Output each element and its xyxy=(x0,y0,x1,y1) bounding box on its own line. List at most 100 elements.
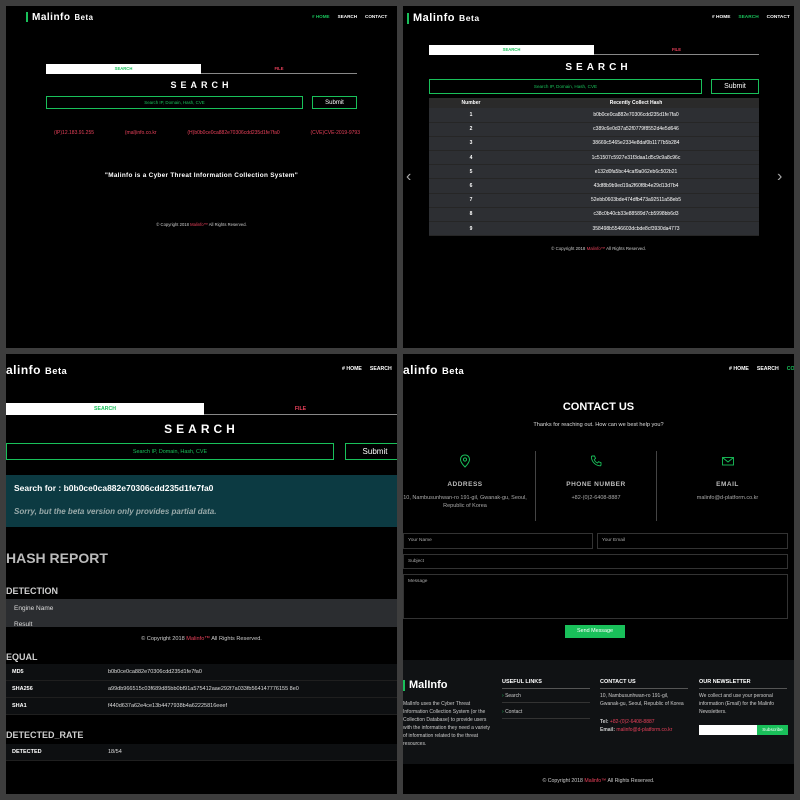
footer-email-label: Email: xyxy=(600,727,616,733)
table-row[interactable]: 1 b0b0ce0ca882e70306cdd235d1fe7fa0 xyxy=(429,108,759,123)
result-row: Result xyxy=(6,617,397,627)
copyright-brand[interactable]: Malinfo™ xyxy=(186,636,210,642)
footer-link-search[interactable]: › Search xyxy=(502,692,590,703)
brand-beta: Beta xyxy=(74,13,94,22)
search-input[interactable]: Search IP, Domain, Hash, CVE xyxy=(6,443,334,460)
email-field[interactable]: Your Email xyxy=(597,533,788,549)
copyright-suffix: All Rights Reserved. xyxy=(606,246,646,251)
sample-queries: (IP)12.183.91.255 (mal)info.co.kr (H)b0b… xyxy=(54,130,360,136)
nav-home[interactable]: # HOME xyxy=(312,14,330,19)
table-row[interactable]: 5 e132d0fa5bc44caf9a062eb6c502b21 xyxy=(429,164,759,180)
send-message-button[interactable]: Send Message xyxy=(565,625,625,638)
brand-bar xyxy=(407,12,409,24)
brand-bar xyxy=(26,12,28,23)
footer-tel: Tel: +82-(0)2-6408-8887 xyxy=(600,718,690,726)
tab-file[interactable]: FILE xyxy=(594,45,759,55)
brand-logo[interactable]: alinfo Beta xyxy=(403,363,464,377)
table-row[interactable]: 2 c389c6e0d37a52f0779f8552d4e5d646 xyxy=(429,122,759,137)
nav-home[interactable]: # HOME xyxy=(712,15,730,20)
name-field[interactable]: Your Name xyxy=(403,533,593,549)
table-row[interactable]: 6 43df8b9b9ed19a2f60f8b4e29d13d7b4 xyxy=(429,178,759,194)
table-row[interactable]: 4 1c51507c5927e31f3daa1d5c9c9a8c96c xyxy=(429,150,759,166)
col-hash: Recently Collect Hash xyxy=(513,98,759,108)
tab-search[interactable]: SEARCH xyxy=(46,64,201,74)
row-hash[interactable]: e132d0fa5bc44caf9a062eb6c502b21 xyxy=(513,164,759,180)
row-number: 6 xyxy=(429,178,513,194)
copyright-brand[interactable]: Malinfo™ xyxy=(587,246,606,251)
nav-contact[interactable]: CONTACT xyxy=(365,14,387,19)
equal-heading: EQUAL xyxy=(6,652,38,662)
chevron-left-icon[interactable]: ‹ xyxy=(406,168,411,186)
row-hash[interactable]: 52ebb0603bde474dfb473a92511a58eb5 xyxy=(513,193,759,208)
nav-search[interactable]: SEARCH xyxy=(370,366,392,372)
sample-hash[interactable]: (H)b0b0ce0ca882e70306cdd235d1fe7fa0 xyxy=(187,130,279,136)
tab-search[interactable]: SEARCH xyxy=(6,403,204,415)
brand-logo[interactable]: Malinfo Beta xyxy=(407,12,480,24)
copyright-overlay: © Copyright 2018 Malinfo™ All Rights Res… xyxy=(6,628,397,652)
search-input[interactable]: Search IP, Domain, Hash, CVE xyxy=(429,79,702,94)
row-hash[interactable]: c389c6e0d37a52f0779f8552d4e5d646 xyxy=(513,122,759,137)
col-number: Number xyxy=(429,98,513,108)
sample-ip[interactable]: (IP)12.183.91.255 xyxy=(54,130,94,136)
table-row[interactable]: 9 358498b5546603dcbde8cf3930da4773 xyxy=(429,221,759,237)
chevron-right-icon[interactable]: › xyxy=(777,168,782,186)
useful-links-heading: USEFUL LINKS xyxy=(502,679,590,689)
nav-contact[interactable]: CONTACT xyxy=(767,15,790,20)
copyright-brand[interactable]: Malinfo™ xyxy=(584,778,606,784)
table-row[interactable]: 7 52ebb0603bde474dfb473a92511a58eb5 xyxy=(429,193,759,208)
message-field[interactable]: Message xyxy=(403,574,788,619)
brand-name: Malinfo xyxy=(32,12,71,23)
nav-home[interactable]: # HOME xyxy=(729,366,749,372)
row-hash[interactable]: c38c0b40cb33e88589d7cb5998bb6d3 xyxy=(513,207,759,223)
tab-file[interactable]: FILE xyxy=(204,403,397,415)
row-number: 3 xyxy=(429,136,513,152)
footer-link-contact[interactable]: › Contact xyxy=(502,708,590,719)
row-hash[interactable]: 38669c5465e2334e8daf0b1177b5b284 xyxy=(513,136,759,152)
sha1-label: SHA1 xyxy=(12,703,27,709)
email-column: EMAIL malinfo@d-platform.co.kr xyxy=(661,454,794,502)
submit-button[interactable]: Submit xyxy=(711,79,759,94)
nav-search[interactable]: SEARCH xyxy=(738,15,758,20)
detected-value: 18/54 xyxy=(108,749,122,755)
table-row[interactable]: 8 c38c0b40cb33e88589d7cb5998bb6d3 xyxy=(429,207,759,223)
copyright: © Copyright 2018 Malinfo™ All Rights Res… xyxy=(403,778,794,784)
copyright-brand[interactable]: Malinfo™ xyxy=(190,222,208,227)
copyright-suffix: All Rights Reserved. xyxy=(211,636,262,642)
nav-home[interactable]: # HOME xyxy=(342,366,362,372)
copyright: © Copyright 2018 Malinfo™ All Rights Res… xyxy=(6,222,397,227)
nav-contact[interactable]: CO xyxy=(787,366,794,372)
row-hash[interactable]: 358498b5546603dcbde8cf3930da4773 xyxy=(513,221,759,237)
sample-domain[interactable]: (mal)info.co.kr xyxy=(125,130,157,136)
row-hash[interactable]: b0b0ce0ca882e70306cdd235d1fe7fa0 xyxy=(513,108,759,123)
contact-panel: alinfo Beta # HOME SEARCH CO CONTACT US T… xyxy=(403,354,794,794)
address-value: 10, Nambusunhwan-ro 191-gil, Gwanak-gu, … xyxy=(403,495,527,509)
footer-email-value[interactable]: malinfo@d-platform.co.kr xyxy=(616,727,672,733)
tab-search[interactable]: SEARCH xyxy=(429,45,594,55)
footer-brand[interactable]: MalInfo xyxy=(403,679,448,691)
search-input[interactable]: Search IP, Domain, Hash, CVE xyxy=(46,96,303,109)
phone-column: PHONE NUMBER +82-(0)2-6408-8887 xyxy=(531,454,661,502)
footer-tel-label: Tel: xyxy=(600,719,609,725)
brand-logo[interactable]: alinfo Beta xyxy=(6,363,67,377)
subscribe-button[interactable]: Subscribe xyxy=(757,725,788,735)
nav-search[interactable]: SEARCH xyxy=(757,366,779,372)
table-row[interactable]: 3 38669c5465e2334e8daf0b1177b5b284 xyxy=(429,136,759,152)
md5-label: MD5 xyxy=(12,669,24,675)
submit-button[interactable]: Submit xyxy=(312,96,357,109)
sample-cve[interactable]: (CVE)CVE-2019-9793 xyxy=(311,130,360,136)
newsletter-email-input[interactable] xyxy=(699,725,757,735)
tab-file[interactable]: FILE xyxy=(201,64,357,74)
detection-heading: DETECTION xyxy=(6,586,59,596)
nav-search[interactable]: SEARCH xyxy=(338,14,357,19)
brand-logo[interactable]: Malinfo Beta xyxy=(26,12,93,23)
md5-value: b0b0ce0ca882e70306cdd235d1fe7fa0 xyxy=(108,669,202,675)
map-pin-icon xyxy=(459,454,471,468)
subject-field[interactable]: Subject xyxy=(403,554,788,569)
row-number: 4 xyxy=(429,150,513,166)
brand-name: alinfo xyxy=(403,363,438,377)
detected-rate-heading: DETECTED_RATE xyxy=(6,730,84,740)
row-hash[interactable]: 1c51507c5927e31f3daa1d5c9c9a8c96c xyxy=(513,150,759,166)
submit-button[interactable]: Submit xyxy=(345,443,397,460)
footer-tel-value[interactable]: +82-(0)2-6408-8887 xyxy=(610,719,655,725)
row-hash[interactable]: 43df8b9b9ed19a2f60f8b4e29d13d7b4 xyxy=(513,178,759,194)
